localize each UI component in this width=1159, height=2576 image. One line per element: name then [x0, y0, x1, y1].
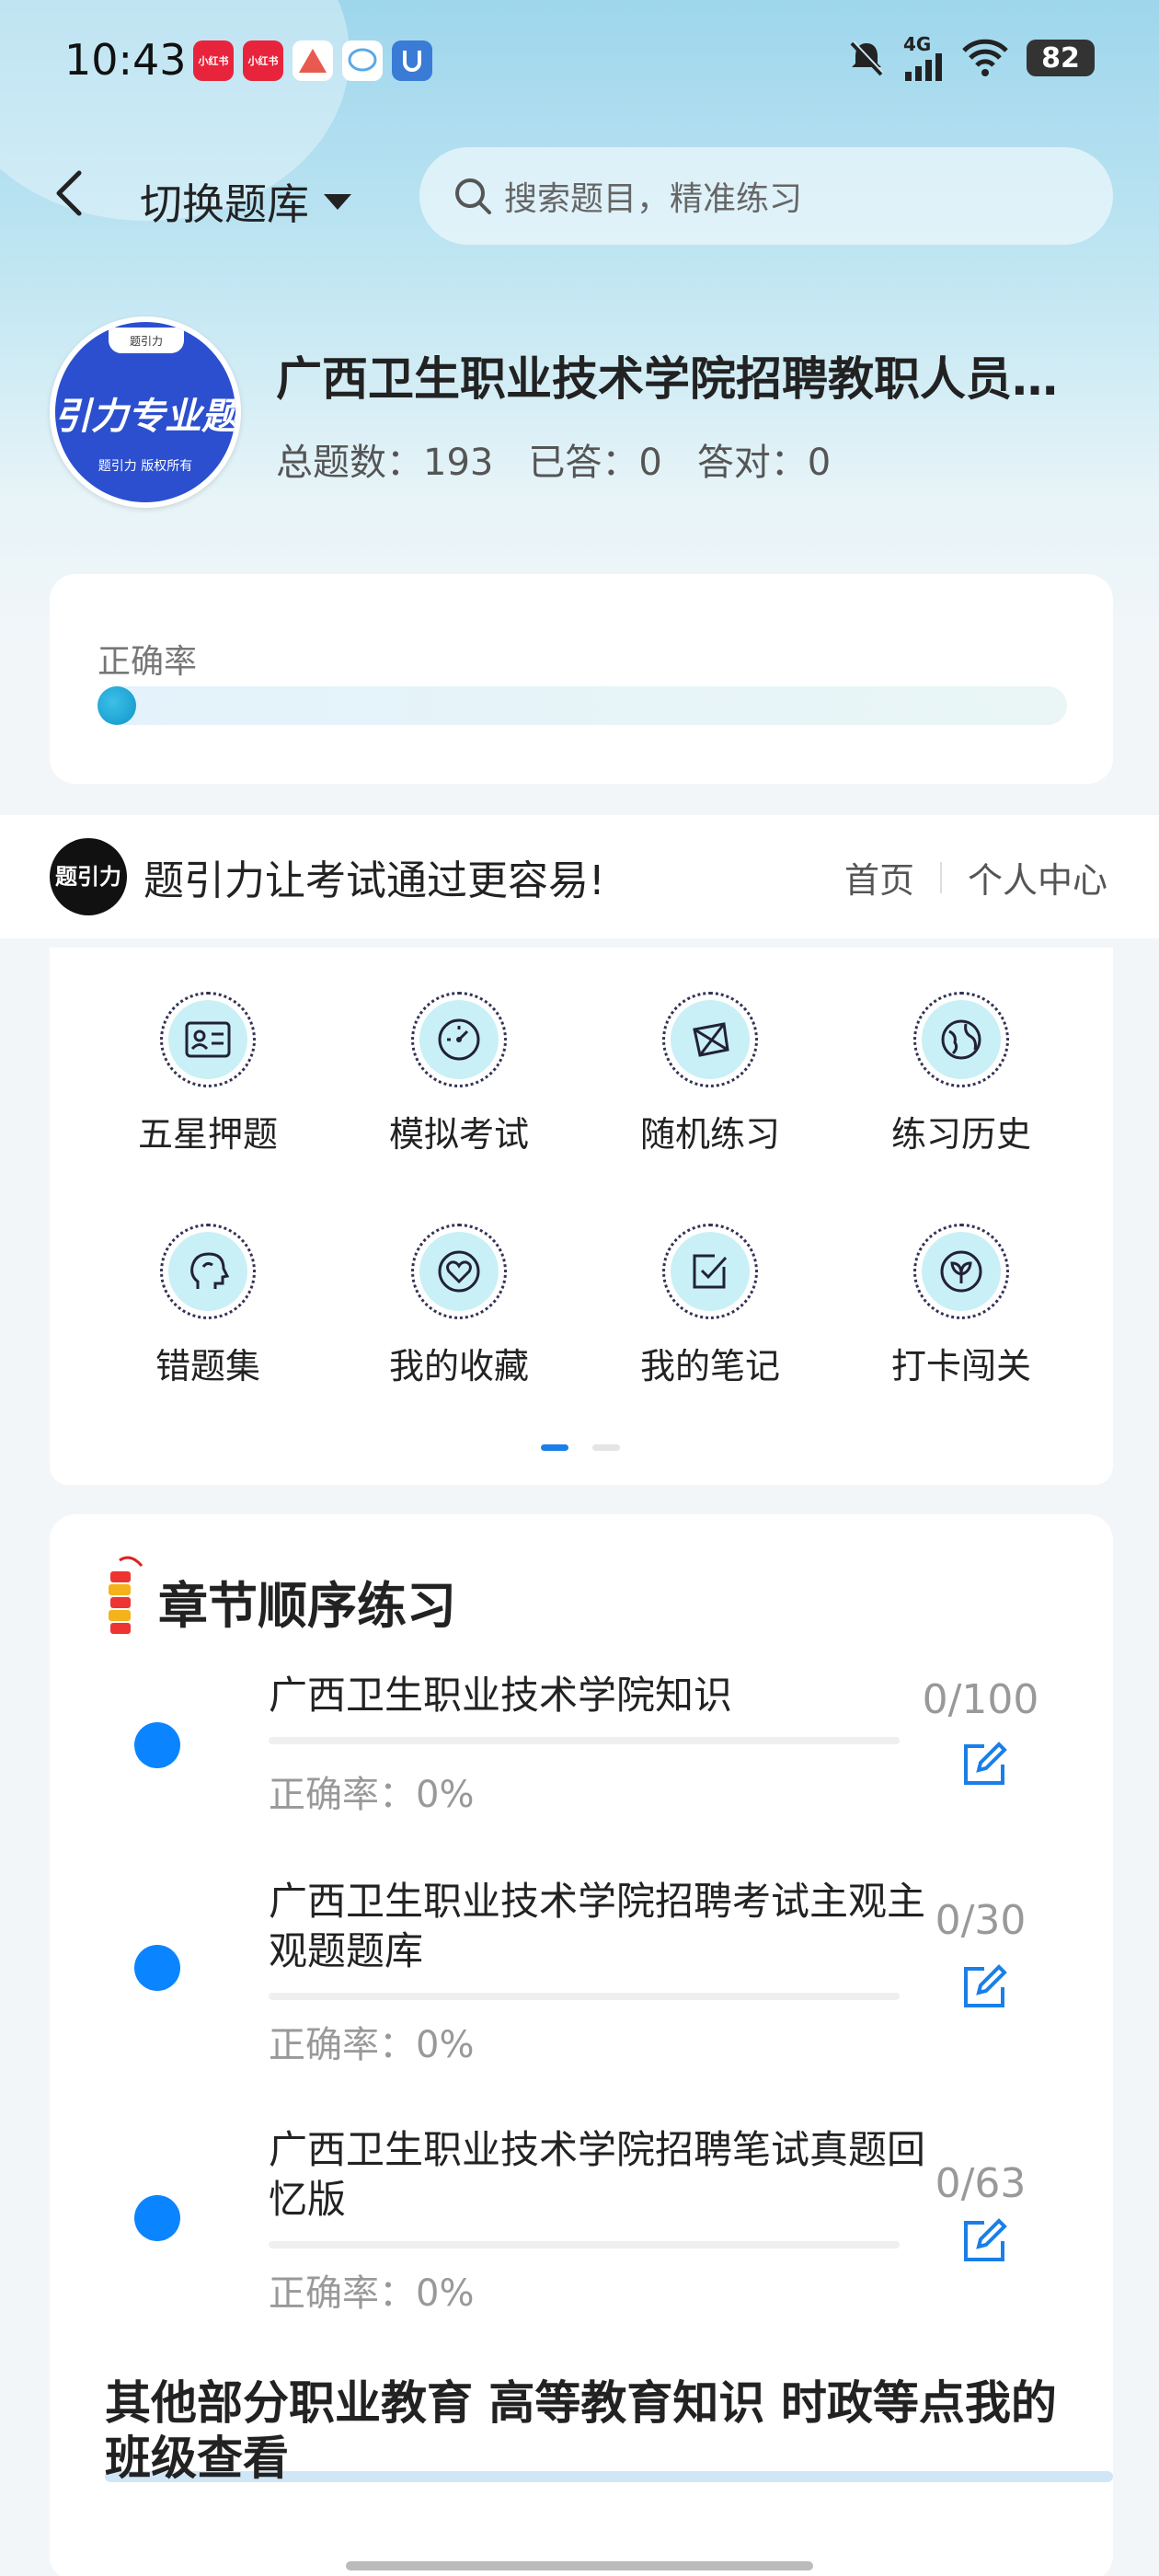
function-mock-exam[interactable]: 模拟考试 [358, 992, 560, 1156]
signal-icon [905, 53, 942, 81]
function-grid: 五星押题 模拟考试 随机练习 练习历史 错题集 我的收藏 我的笔记 打卡闯关 [50, 948, 1113, 1485]
pager-dot-active[interactable] [541, 1444, 568, 1451]
banner-links: 首页 个人中心 [844, 852, 1107, 903]
id-card-icon [168, 1000, 247, 1079]
function-label: 五星押题 [137, 1114, 278, 1155]
bank-stats: 总题数：193 已答：0 答对：0 [276, 432, 831, 486]
function-label: 随机练习 [639, 1114, 780, 1155]
link-divider [939, 861, 942, 893]
function-wrong-set[interactable]: 错题集 [107, 1224, 309, 1388]
chapter-status-dot [134, 1945, 180, 1991]
chapter-name: 广西卫生职业技术学院招聘笔试真题回忆版 [269, 2127, 926, 2222]
accuracy-card: 正确率 [50, 574, 1113, 784]
gauge-icon [419, 1000, 499, 1079]
chapter-count: 0/100 [922, 1676, 1039, 1723]
chapter-title-wrap: 章节顺序练习 [101, 1553, 456, 1649]
accuracy-progress-bar [98, 686, 1067, 725]
chapter-name: 广西卫生职业技术学院知识 [269, 1673, 733, 1718]
function-label: 我的收藏 [388, 1346, 529, 1386]
function-check-in[interactable]: 打卡闯关 [860, 1224, 1062, 1388]
leaf-badge-icon [922, 1232, 1001, 1311]
edit-icon[interactable] [957, 1960, 1012, 2015]
signal-group: 4G [903, 35, 944, 81]
chapter-count: 0/30 [935, 1897, 1027, 1944]
function-label: 我的笔记 [639, 1346, 780, 1386]
logo-sub: 题引力 版权所有 [98, 459, 193, 474]
status-app-icons: 小红书 小红书 [193, 40, 432, 81]
answered-count: 已答：0 [528, 442, 662, 484]
accuracy-progress-indicator [98, 686, 136, 725]
battery-indicator: 82 [1027, 40, 1095, 76]
function-favorites[interactable]: 我的收藏 [358, 1224, 560, 1388]
function-five-star[interactable]: 五星押题 [107, 992, 309, 1156]
xiaohongshu-icon: 小红书 [193, 40, 234, 81]
logo-tab: 题引力 [109, 328, 184, 353]
function-label: 打卡闯关 [890, 1346, 1031, 1386]
chapter-practice-card: 章节顺序练习 广西卫生职业技术学院知识 正确率：0% 0/100 广西卫生职业技… [50, 1514, 1113, 2576]
xiaohongshu-icon: 小红书 [243, 40, 283, 81]
chapter-name: 广西卫生职业技术学院招聘考试主观主观题题库 [269, 1879, 926, 1973]
function-random-practice[interactable]: 随机练习 [609, 992, 811, 1156]
chat-icon [342, 40, 383, 81]
other-subjects-link[interactable]: 其他部分职业教育 高等教育知识 时政等点我的班级查看 [105, 2375, 1080, 2486]
chapter-progress-bar [269, 1737, 900, 1744]
chapter-accuracy: 正确率：0% [269, 1774, 475, 1816]
edit-icon[interactable] [957, 2214, 1012, 2269]
shuffle-network-icon [671, 1000, 750, 1079]
status-time: 10:43 [64, 35, 187, 85]
chapter-accuracy: 正确率：0% [269, 2272, 475, 2315]
app-a-icon [293, 40, 333, 81]
correct-count: 答对：0 [696, 442, 832, 484]
brand-banner: 题引力 题引力让考试通过更容易! 首页 个人中心 [0, 815, 1159, 938]
home-link[interactable]: 首页 [844, 852, 914, 903]
app-u-icon [392, 40, 432, 81]
accuracy-label: 正确率 [98, 643, 198, 681]
brand-logo: 题引力 [50, 838, 127, 915]
firecracker-icon [109, 1556, 143, 1634]
function-notes[interactable]: 我的笔记 [609, 1224, 811, 1388]
profile-link[interactable]: 个人中心 [968, 852, 1107, 903]
home-indicator[interactable] [346, 2561, 813, 2570]
chapter-progress-bar [269, 2241, 900, 2248]
wifi-icon [962, 39, 1008, 76]
chapter-status-dot [134, 2195, 180, 2241]
edit-icon[interactable] [957, 1737, 1012, 1792]
search-icon [455, 178, 491, 214]
head-icon [168, 1232, 247, 1311]
heart-icon [419, 1232, 499, 1311]
status-indicators: 4G 82 [846, 35, 1095, 81]
chapter-status-dot [134, 1722, 180, 1768]
network-type: 4G [903, 33, 932, 55]
logo-text: 引力专业题 [55, 396, 235, 438]
bank-logo: 题引力 引力专业题 题引力 版权所有 [50, 316, 241, 508]
total-count: 总题数：193 [276, 442, 494, 484]
bank-title: 广西卫生职业技术学院招聘教职人员… [276, 352, 1058, 406]
globe-icon [922, 1000, 1001, 1079]
caret-down-icon [324, 193, 351, 210]
search-placeholder: 搜索题目，精准练习 [504, 180, 803, 218]
switch-bank-label: 切换题库 [140, 179, 309, 229]
function-label: 模拟考试 [388, 1114, 529, 1155]
switch-bank-button[interactable]: 切换题库 [140, 171, 351, 232]
check-note-icon [671, 1232, 750, 1311]
pager-dot[interactable] [592, 1444, 620, 1451]
function-label: 错题集 [155, 1346, 260, 1386]
chapter-progress-bar [269, 1993, 900, 2000]
back-arrow-icon[interactable] [52, 166, 88, 221]
search-input[interactable]: 搜索题目，精准练习 [419, 147, 1113, 245]
function-label: 练习历史 [890, 1114, 1031, 1155]
brand-slogan: 题引力让考试通过更容易! [143, 857, 605, 904]
mute-bell-icon [850, 40, 884, 76]
chapter-count: 0/63 [935, 2160, 1027, 2207]
function-history[interactable]: 练习历史 [860, 992, 1062, 1156]
chapter-accuracy: 正确率：0% [269, 2024, 475, 2066]
chapter-section-title: 章节顺序练习 [158, 1576, 456, 1635]
